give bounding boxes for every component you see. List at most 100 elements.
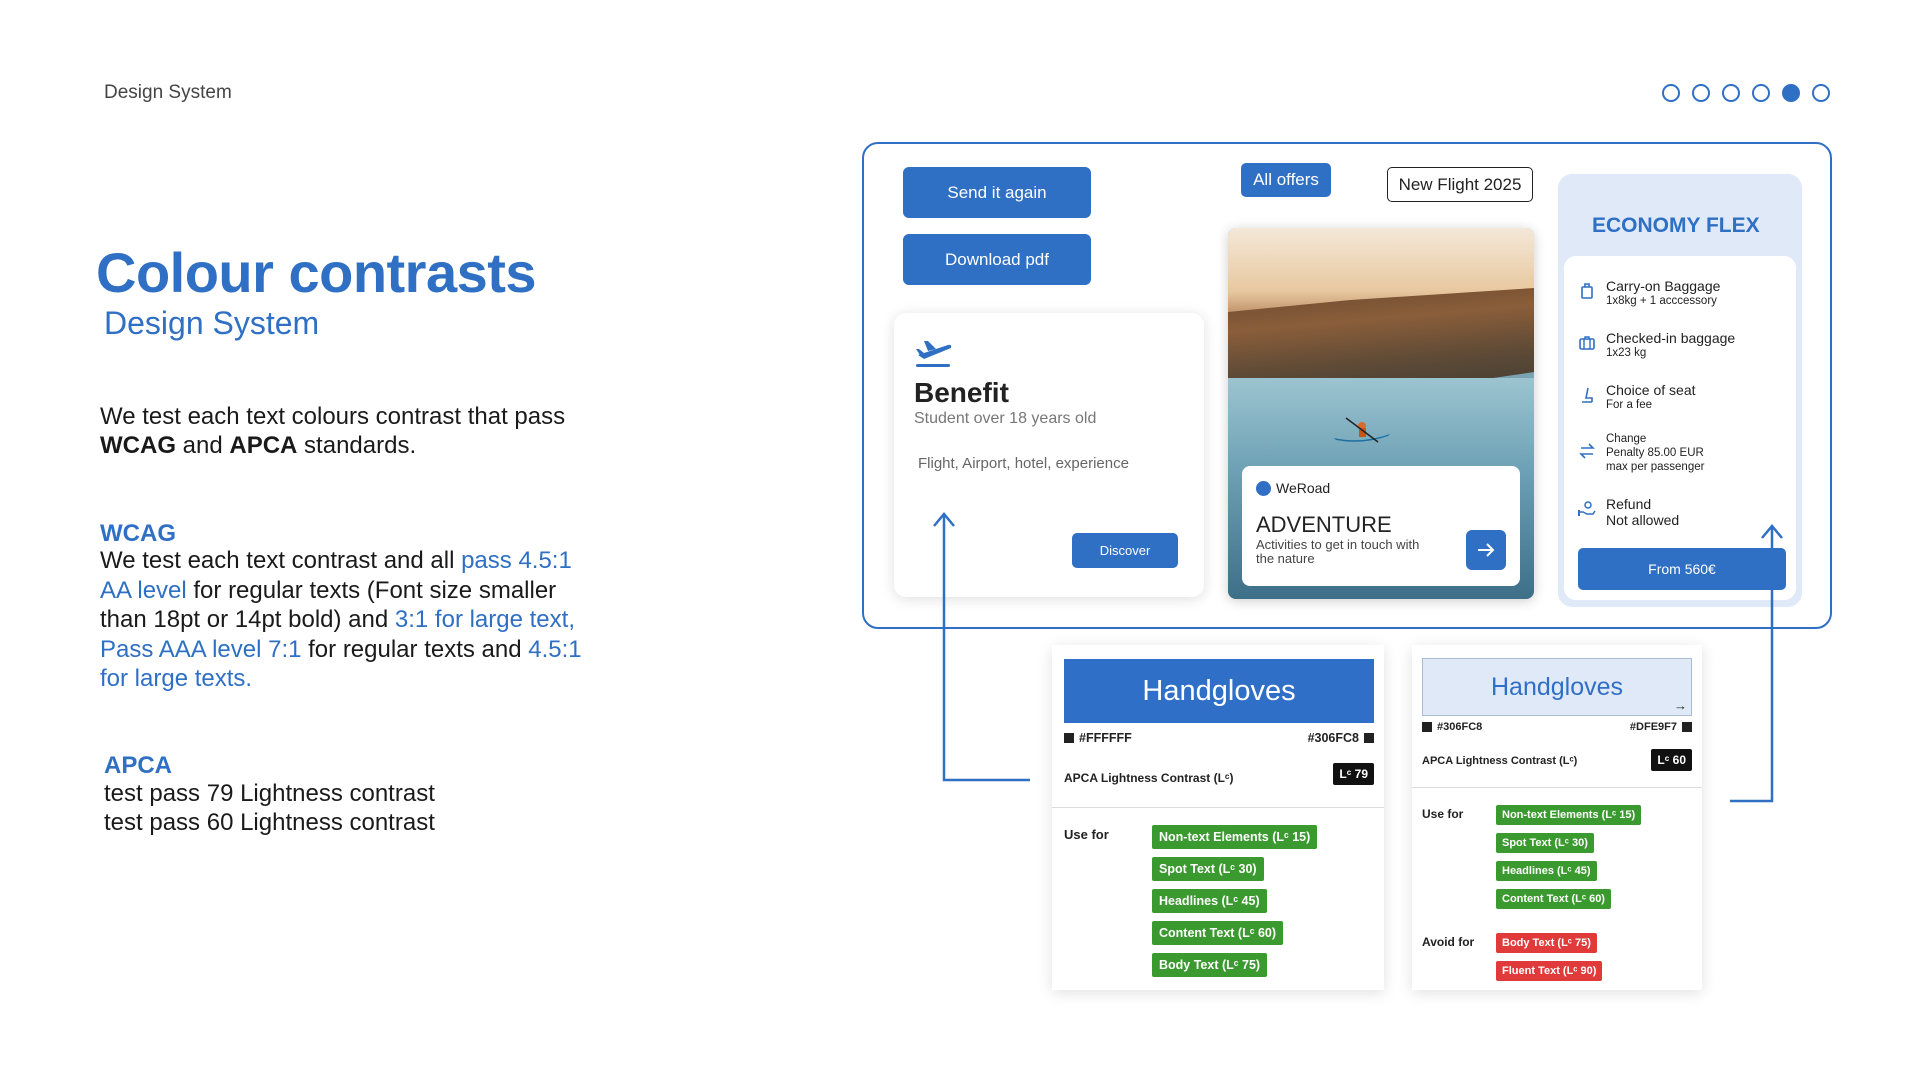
refund-icon: [1578, 500, 1596, 518]
apca-line-60: test pass 60 Lightness contrast: [104, 809, 435, 836]
pager-dot[interactable]: [1722, 84, 1740, 102]
contrast-specimen-card: Handgloves #FFFFFF #306FC8 APCA Lightnes…: [1052, 645, 1384, 990]
color-swatch-icon: [1682, 722, 1692, 732]
foreground-hex-value: #FFFFFF: [1079, 731, 1132, 745]
use-tag: Body Text (Lᶜ 75): [1152, 953, 1268, 977]
intro-text: We test each text colours contrast that …: [100, 402, 570, 460]
economy-item-title: Carry-on Baggage: [1606, 278, 1721, 294]
slide-pager: [1662, 84, 1830, 102]
color-swatch-icon: [1064, 733, 1074, 743]
color-swatch-icon: [1364, 733, 1374, 743]
foreground-hex-value: #306FC8: [1437, 721, 1483, 733]
adventure-card[interactable]: WeRoad ADVENTURE Activities to get in to…: [1228, 228, 1534, 599]
economy-item-detail: max per passenger: [1606, 461, 1705, 473]
use-for-label: Use for: [1422, 807, 1464, 821]
use-tag: Headlines (Lᶜ 45): [1496, 861, 1597, 881]
use-tag: Headlines (Lᶜ 45): [1152, 889, 1267, 913]
economy-details: Carry-on Baggage 1x8kg + 1 acccessory Ch…: [1564, 256, 1796, 600]
pager-dot[interactable]: [1662, 84, 1680, 102]
economy-item: Choice of seat For a fee: [1578, 382, 1696, 412]
economy-item-title: Change: [1606, 433, 1647, 445]
divider: [1412, 787, 1702, 788]
discover-button[interactable]: Discover: [1072, 533, 1178, 568]
economy-item-detail: Not allowed: [1606, 512, 1680, 528]
contrast-sample: Handgloves: [1064, 659, 1374, 723]
benefit-card: Benefit Student over 18 years old Flight…: [894, 313, 1204, 597]
apca-line-79: test pass 79 Lightness contrast: [104, 780, 435, 807]
wcag-heading: WCAG: [100, 520, 176, 547]
arrow-right-icon: [1478, 543, 1495, 557]
adventure-arrow-button[interactable]: [1466, 530, 1506, 570]
apca-heading: APCA: [104, 752, 173, 779]
seat-icon: [1578, 386, 1596, 404]
contrast-specimen-card: Handgloves → #306FC8 #DFE9F7 APCA Lightn…: [1412, 645, 1702, 990]
economy-title: ECONOMY FLEX: [1592, 214, 1760, 237]
foreground-hex: #306FC8: [1422, 721, 1482, 733]
benefit-title: Benefit: [914, 377, 1009, 408]
pager-dot[interactable]: [1812, 84, 1830, 102]
page-title: Colour contrasts: [96, 241, 537, 304]
lc-badge: Lᶜ 79: [1333, 763, 1374, 785]
adventure-description: Activities to get in touch with the natu…: [1256, 537, 1420, 566]
weroad-brand: WeRoad: [1276, 480, 1331, 496]
economy-item-detail: 1x23 kg: [1606, 347, 1647, 359]
all-offers-button[interactable]: All offers: [1241, 163, 1331, 197]
weroad-logo: WeRoad: [1256, 480, 1330, 496]
plane-takeoff-icon: [916, 341, 952, 367]
economy-item: Checked-in baggage 1x23 kg: [1578, 330, 1735, 360]
pager-dot-active[interactable]: [1782, 84, 1800, 102]
wcag-part: for regular texts and: [301, 635, 529, 663]
use-tag: Spot Text (Lᶜ 30): [1152, 857, 1264, 881]
avoid-for-label: Avoid for: [1422, 935, 1475, 949]
color-swatch-icon: [1422, 722, 1432, 732]
use-tag: Non-text Elements (Lᶜ 15): [1152, 825, 1318, 849]
economy-item-title: Checked-in baggage: [1606, 330, 1736, 346]
header-label: Design System: [104, 82, 232, 103]
economy-item-detail: Penalty 85.00 EUR: [1606, 447, 1704, 459]
benefit-tags: Flight, Airport, hotel, experience: [918, 455, 1129, 472]
adventure-title: ADVENTURE: [1256, 512, 1392, 537]
foreground-hex: #FFFFFF: [1064, 731, 1132, 745]
suitcase-icon: [1578, 334, 1596, 352]
background-hex-value: #306FC8: [1307, 731, 1359, 745]
page-subtitle: Design System: [104, 305, 320, 341]
globe-icon: [1256, 480, 1271, 496]
use-tag: Content Text (Lᶜ 60): [1152, 921, 1284, 945]
background-hex: #306FC8: [1308, 731, 1374, 745]
use-tag: Spot Text (Lᶜ 30): [1496, 833, 1594, 853]
intro-wcag: WCAG: [100, 432, 176, 459]
carry-on-bag-icon: [1578, 282, 1596, 300]
swap-icon: [1578, 442, 1596, 460]
economy-item: Change Penalty 85.00 EUR max per passeng…: [1578, 432, 1704, 474]
economy-flex-card: ECONOMY FLEX Carry-on Baggage 1x8kg + 1 …: [1558, 174, 1802, 607]
avoid-tag: Body Text (Lᶜ 75): [1496, 933, 1597, 953]
arrow-right-icon: →: [1674, 698, 1687, 713]
download-pdf-button[interactable]: Download pdf: [903, 234, 1091, 285]
intro-mid: and: [175, 432, 230, 459]
economy-item: Carry-on Baggage 1x8kg + 1 acccessory: [1578, 278, 1720, 308]
price-button[interactable]: From 560€: [1578, 548, 1786, 590]
pager-dot[interactable]: [1752, 84, 1770, 102]
contrast-sample: Handgloves →: [1422, 658, 1692, 716]
background-hex: #DFE9F7: [1630, 721, 1692, 733]
economy-item-detail: 1x8kg + 1 acccessory: [1606, 295, 1717, 307]
lc-badge: Lᶜ 60: [1651, 749, 1692, 771]
pager-dot[interactable]: [1692, 84, 1710, 102]
kayak-image: [1334, 417, 1390, 443]
new-flight-button[interactable]: New Flight 2025: [1387, 167, 1533, 202]
background-hex-value: #DFE9F7: [1629, 721, 1677, 733]
apca-label: APCA Lightness Contrast (Lᶜ): [1422, 755, 1578, 767]
avoid-tag: Fluent Text (Lᶜ 90): [1496, 961, 1603, 981]
wcag-part: We test each text contrast and all: [100, 547, 462, 574]
intro-prefix: We test each text colours contrast that …: [100, 403, 566, 430]
send-again-button[interactable]: Send it again: [903, 167, 1091, 218]
use-for-label: Use for: [1064, 827, 1109, 842]
adventure-info-panel: WeRoad ADVENTURE Activities to get in to…: [1242, 466, 1520, 586]
use-tag: Content Text (Lᶜ 60): [1496, 889, 1611, 909]
economy-item-title: Choice of seat: [1606, 382, 1696, 398]
wcag-body: We test each text contrast and all pass …: [100, 546, 600, 694]
apca-label: APCA Lightness Contrast (Lᶜ): [1064, 771, 1234, 785]
divider: [1052, 807, 1384, 808]
contrast-sample-text: Handgloves: [1490, 672, 1624, 701]
benefit-subtitle: Student over 18 years old: [914, 410, 1097, 427]
